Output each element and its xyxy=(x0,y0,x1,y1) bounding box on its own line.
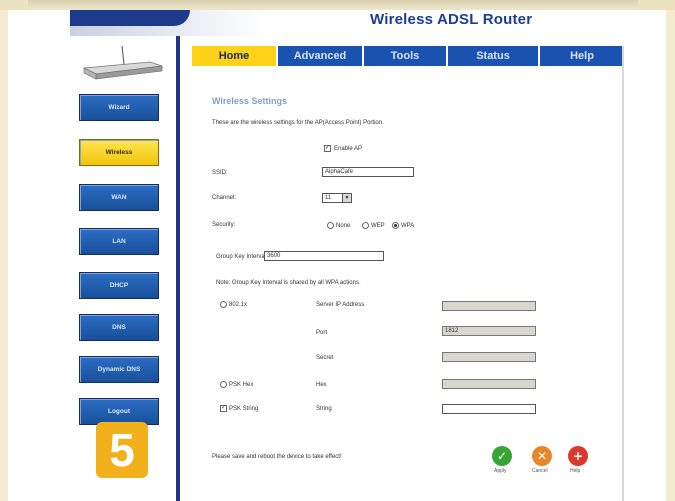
help-button[interactable]: + xyxy=(568,446,588,466)
group-key-label: Group Key Interval: xyxy=(216,254,268,260)
footer-note: Please save and reboot the device to tak… xyxy=(212,454,342,460)
ssid-label: SSID: xyxy=(212,170,228,176)
sidebar-item-dns[interactable]: DNS xyxy=(79,314,159,341)
sidebar-item-wizard[interactable]: Wizard xyxy=(79,94,159,121)
sidebar-item-dhcp[interactable]: DHCP xyxy=(79,272,159,299)
check-icon: ✓ xyxy=(496,449,508,463)
security-wpa-label: WPA xyxy=(401,223,415,229)
brand-swoosh xyxy=(70,10,190,26)
security-none-label: None xyxy=(336,223,351,229)
string-label: String xyxy=(316,406,332,412)
sidebar-divider xyxy=(176,36,180,501)
note-text: Note: Group Key Interval is shared by al… xyxy=(216,280,361,286)
ssid-input[interactable]: AlphaCafe xyxy=(322,167,414,177)
sidebar-item-lan[interactable]: LAN xyxy=(79,228,159,255)
enable-ap-checkbox[interactable]: ✓ xyxy=(324,145,331,152)
secret-label: Secret xyxy=(316,355,334,361)
section-title: Wireless Settings xyxy=(212,96,287,106)
hex-input[interactable] xyxy=(442,379,536,389)
channel-value: 11 xyxy=(325,195,332,201)
channel-select[interactable]: 11 ▼ xyxy=(322,193,352,203)
channel-label: Channel: xyxy=(212,195,237,201)
tab-help[interactable]: Help xyxy=(538,46,624,66)
secret-input[interactable] xyxy=(442,352,536,362)
sidebar-item-logout[interactable]: Logout xyxy=(79,398,159,425)
auth-8021x-radio[interactable] xyxy=(220,301,227,308)
group-key-input[interactable]: 3600 xyxy=(264,251,384,261)
radius-ip-input[interactable] xyxy=(442,301,536,311)
content-border xyxy=(622,46,624,501)
help-label: Help xyxy=(570,468,581,474)
tab-status[interactable]: Status xyxy=(446,46,538,66)
port-input[interactable]: 1812 xyxy=(442,326,536,336)
psk-string-checkbox[interactable]: ✓ xyxy=(220,405,227,412)
tab-home[interactable]: Home xyxy=(192,46,278,66)
tab-tools[interactable]: Tools xyxy=(362,46,446,66)
chevron-down-icon: ▼ xyxy=(342,194,351,202)
plus-icon: + xyxy=(572,449,584,463)
apply-button[interactable]: ✓ xyxy=(492,446,512,466)
sidebar-item-wireless[interactable]: Wireless xyxy=(79,139,159,166)
security-wep-label: WEP xyxy=(371,223,385,229)
auth-8021x-label: 802.1x xyxy=(229,302,248,308)
enable-ap-label: Enable AP xyxy=(334,146,363,152)
security-none-radio[interactable] xyxy=(327,222,334,229)
hex-label: Hex xyxy=(316,382,327,388)
security-wep-radio[interactable] xyxy=(362,222,369,229)
cancel-label: Cancel xyxy=(532,468,548,474)
psk-string-label: PSK String xyxy=(229,406,259,412)
apply-label: Apply xyxy=(494,468,507,474)
sidebar-item-wan[interactable]: WAN xyxy=(79,184,159,211)
port-label: Port xyxy=(316,330,328,336)
sidebar-item-dynamic-dns[interactable]: Dynamic DNS xyxy=(79,356,159,383)
psk-string-input[interactable] xyxy=(442,404,536,414)
intro-text: These are the wireless settings for the … xyxy=(212,120,384,126)
router-icon xyxy=(82,45,163,80)
radius-ip-label: Server IP Address xyxy=(316,302,365,308)
security-label: Security: xyxy=(212,222,236,228)
product-title: Wireless ADSL Router xyxy=(370,11,533,28)
psk-hex-radio[interactable] xyxy=(220,381,227,388)
security-wpa-radio[interactable] xyxy=(392,222,399,229)
tab-advanced[interactable]: Advanced xyxy=(278,46,362,66)
psk-hex-label: PSK Hex xyxy=(229,382,254,388)
step-number-badge: 5 xyxy=(96,422,148,478)
x-icon: ✕ xyxy=(536,449,548,463)
cancel-button[interactable]: ✕ xyxy=(532,446,552,466)
